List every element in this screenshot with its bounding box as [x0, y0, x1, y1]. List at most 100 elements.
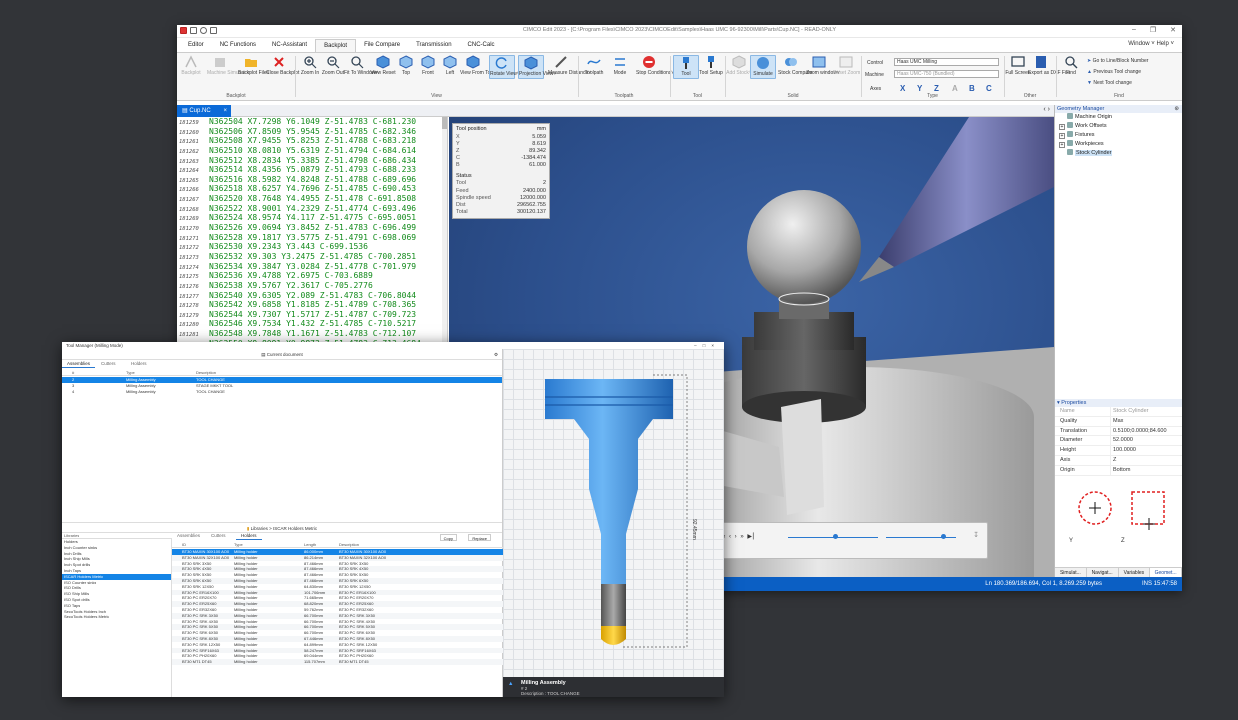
- lib-tab-cutters[interactable]: Cutters: [206, 532, 231, 540]
- tab-simulation[interactable]: Simulat...: [1055, 568, 1087, 577]
- code-line[interactable]: 181269 N362524 X8.9574 Y4.117 Z-51.4775 C…: [177, 213, 447, 223]
- axis-b-button[interactable]: B: [969, 84, 975, 93]
- property-value[interactable]: Stock Cylinder: [1110, 407, 1182, 416]
- tab-variables[interactable]: Variables: [1119, 568, 1151, 577]
- find-button[interactable]: Find: [1058, 55, 1084, 77]
- code-line[interactable]: 181277 N362540 X9.6305 Y2.089 Z-51.4783 C…: [177, 291, 447, 301]
- geometry-tree-item[interactable]: + Work Offsets: [1055, 122, 1182, 131]
- tab-transmission[interactable]: Transmission: [408, 39, 459, 52]
- pin-icon[interactable]: ↧: [973, 531, 979, 539]
- tab-file-compare[interactable]: File Compare: [356, 39, 408, 52]
- property-value[interactable]: Max: [1110, 416, 1182, 426]
- tab-backplot[interactable]: Backplot: [315, 39, 357, 52]
- export-dxf-button[interactable]: Export as DXF File: [1028, 55, 1070, 77]
- property-value[interactable]: Z: [1110, 455, 1182, 465]
- property-value[interactable]: 52.0000: [1110, 436, 1182, 446]
- property-row[interactable]: Name Stock Cylinder: [1055, 407, 1182, 417]
- code-line[interactable]: 181279 N362544 X9.7307 Y1.5717 Z-51.4787 …: [177, 310, 447, 320]
- tool-manager-window-controls[interactable]: –□×: [694, 342, 720, 349]
- tab-navigation[interactable]: ‹ ›: [1043, 106, 1050, 113]
- axis-a-button[interactable]: A: [952, 84, 958, 93]
- property-row[interactable]: Quality Max: [1055, 416, 1182, 427]
- code-line[interactable]: 181265 N362516 X8.5982 Y4.8248 Z-51.4788 …: [177, 175, 447, 185]
- code-line[interactable]: 181276 N362538 X9.5767 Y2.3617 C-705.2776: [177, 281, 447, 291]
- tab-assemblies[interactable]: Assemblies: [62, 360, 96, 368]
- replace-button[interactable]: Replace: [468, 534, 491, 541]
- code-line[interactable]: 181281 N362548 X9.7848 Y1.1671 Z-51.4783 …: [177, 329, 447, 339]
- axis-x-button[interactable]: X: [900, 84, 905, 93]
- lib-tab-holders[interactable]: Holders: [236, 532, 262, 540]
- expand-icon[interactable]: +: [1059, 133, 1065, 139]
- pin-icon[interactable]: ⊛: [1174, 105, 1179, 113]
- close-backplot-button[interactable]: Close Backplot: [266, 55, 299, 77]
- next-tool-change-button[interactable]: ▼ Next Tool change: [1087, 80, 1132, 86]
- tool-button[interactable]: Tool: [673, 55, 699, 79]
- geometry-tree-item[interactable]: Machine Origin: [1055, 113, 1182, 122]
- code-line[interactable]: 181275 N362536 X9.4788 Y2.6975 C-703.6889: [177, 271, 447, 281]
- code-line[interactable]: 181271 N362528 X9.1817 Y3.5775 Z-51.4791 …: [177, 233, 447, 243]
- stock-compare-button[interactable]: Stock Compare: [778, 55, 812, 77]
- previous-tool-change-button[interactable]: ▲ Previous Tool change: [1087, 69, 1141, 75]
- property-row[interactable]: Translation 0.5100;0.0000;84.600: [1055, 426, 1182, 437]
- property-row[interactable]: Axis Z: [1055, 455, 1182, 466]
- assembly-row[interactable]: 4 Milling Assembly TOOL CHANGE: [62, 389, 502, 395]
- code-line[interactable]: 181263 N362512 X8.2834 Y5.3385 Z-51.4798 …: [177, 156, 447, 166]
- tab-holders[interactable]: Holders: [126, 360, 152, 368]
- code-line[interactable]: 181262 N362510 X8.0810 Y5.6319 Z-51.4794 …: [177, 146, 447, 156]
- tab-cnc-calc[interactable]: CNC-Calc: [460, 39, 503, 52]
- code-line[interactable]: 181266 N362518 X8.6257 Y4.7696 Z-51.4785 …: [177, 184, 447, 194]
- axis-y-button[interactable]: Y: [917, 84, 922, 93]
- tab-geometry[interactable]: Geomet...: [1150, 568, 1182, 577]
- control-select[interactable]: Haas UMC Milling: [894, 58, 999, 66]
- library-row[interactable]: BT30 MT1 DT45 Milling holder 115.707mm BT30…: [172, 659, 503, 665]
- property-row[interactable]: Diameter 52.0000: [1055, 436, 1182, 447]
- go-to-line-button[interactable]: ➤ Go to Line/Block Number: [1087, 58, 1148, 64]
- code-line[interactable]: 181264 N362514 X8.4356 Y5.0879 Z-51.4793 …: [177, 165, 447, 175]
- code-line[interactable]: 181267 N362520 X8.7648 Y4.4955 Z-51.478 C…: [177, 194, 447, 204]
- doc-tab-cup[interactable]: ▤ Cup.NC ×: [177, 105, 231, 117]
- simulate-button[interactable]: Simulate: [750, 55, 776, 79]
- code-line[interactable]: 181268 N362522 X8.9001 Y4.2329 Z-51.4774 …: [177, 204, 447, 214]
- code-line[interactable]: 181259 N362504 X7.7298 Y6.1049 Z-51.4783 …: [177, 117, 447, 127]
- code-line[interactable]: 181274 N362534 X9.3847 Y3.0284 Z-51.4778 …: [177, 262, 447, 272]
- tab-editor[interactable]: Editor: [180, 39, 212, 52]
- machine-simulation-button[interactable]: Machine Simulation: [207, 55, 251, 77]
- property-row[interactable]: Origin Bottom: [1055, 465, 1182, 476]
- backplot-file-button[interactable]: Backplot File˅: [238, 55, 270, 77]
- copy-button[interactable]: Copy: [439, 534, 457, 541]
- code-line[interactable]: 181278 N362542 X9.6858 Y1.8185 Z-51.4789 …: [177, 300, 447, 310]
- geometry-tree-item[interactable]: + Workpieces: [1055, 140, 1182, 149]
- property-row[interactable]: Height 100.0000: [1055, 446, 1182, 456]
- machine-select[interactable]: Haas UMC-750 (Bundled): [894, 70, 999, 78]
- lib-tab-assemblies[interactable]: Assemblies: [172, 532, 205, 540]
- tab-navigation[interactable]: Navigat...: [1087, 568, 1119, 577]
- geometry-tree-item[interactable]: Stock Cylinder: [1055, 149, 1182, 158]
- code-line[interactable]: 181270 N362526 X9.0694 Y3.8452 Z-51.4783 …: [177, 223, 447, 233]
- toolpath-button[interactable]: Toolpath: [581, 55, 607, 77]
- minimize-icon[interactable]: –: [1132, 26, 1136, 34]
- code-line[interactable]: 181260 N362506 X7.8509 Y5.9545 Z-51.4785 …: [177, 127, 447, 137]
- geometry-tree-item[interactable]: + Fixtures: [1055, 131, 1182, 140]
- rotate-view-button[interactable]: Rotate View˅: [489, 55, 520, 79]
- speed-knob[interactable]: [941, 534, 947, 539]
- code-line[interactable]: 181272 N362530 X9.2343 Y3.443 C-699.1536: [177, 242, 447, 252]
- property-value[interactable]: Bottom: [1110, 465, 1182, 475]
- add-stock-button[interactable]: Add Stock˅: [726, 55, 752, 77]
- tab-nc-functions[interactable]: NC Functions: [212, 39, 264, 52]
- tab-nc-assistant[interactable]: NC-Assistant: [264, 39, 315, 52]
- axis-c-button[interactable]: C: [986, 84, 992, 93]
- backplot-button[interactable]: Backplot: [178, 55, 204, 77]
- property-value[interactable]: 100.0000: [1110, 446, 1182, 455]
- close-icon[interactable]: ✕: [1170, 26, 1176, 34]
- fit-to-window-button[interactable]: Fit To Window˅: [344, 55, 378, 77]
- settings-icon[interactable]: ⚙: [494, 349, 498, 360]
- reset-zoom-button[interactable]: Reset Zoom: [833, 55, 860, 77]
- expand-icon[interactable]: +: [1059, 124, 1065, 130]
- view-from-tool-button[interactable]: View From Tool: [460, 55, 494, 77]
- stop-conditions-button[interactable]: Stop Conditions˅: [636, 55, 674, 77]
- measure-distance-button[interactable]: Measure Distance˅: [548, 55, 591, 77]
- library-item[interactable]: SecoTools Holders Metric: [62, 614, 171, 620]
- playback-controls[interactable]: « ‹ › » ▶▏: [722, 533, 759, 540]
- window-help-menu[interactable]: Window ˅ Help ˅: [1128, 41, 1174, 47]
- close-tab-icon[interactable]: ×: [223, 105, 227, 117]
